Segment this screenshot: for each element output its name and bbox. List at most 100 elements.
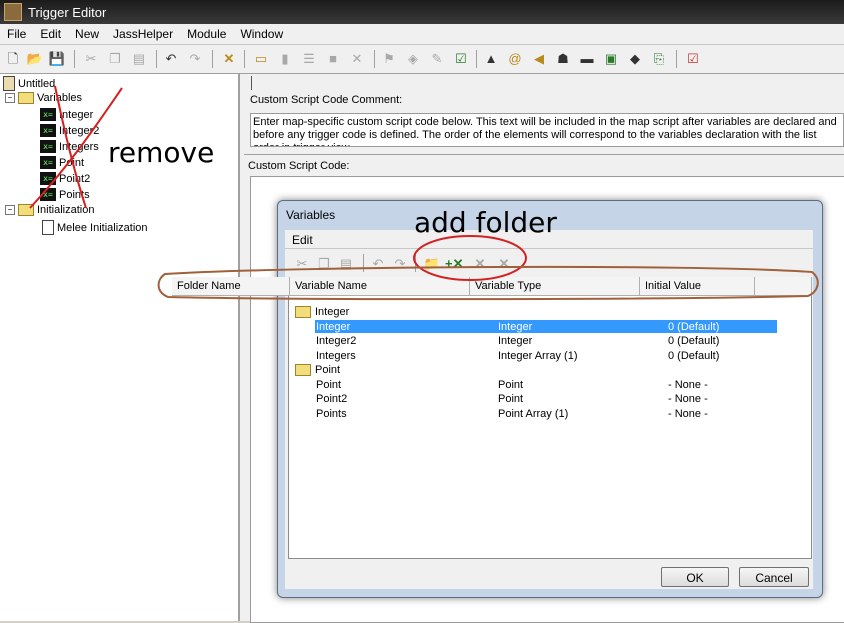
tree-item-integer[interactable]: x= Integer (40, 108, 93, 121)
open-folder-icon[interactable]: 📂 (26, 50, 44, 68)
variable-name: Point2 (316, 393, 348, 405)
new-trigger-icon[interactable]: ▮ (276, 50, 294, 68)
dialog-menu-edit[interactable]: Edit (292, 233, 313, 247)
variable-type: Point (498, 393, 524, 405)
undo-icon[interactable]: ↶ (369, 255, 387, 273)
table-row[interactable]: Point Point - None - (289, 378, 811, 392)
menu-edit[interactable]: Edit (33, 27, 68, 41)
initial-value: 0 (Default) (668, 349, 720, 362)
initial-value: 0 (Default) (668, 335, 720, 347)
undo-icon[interactable]: ↶ (162, 50, 180, 68)
variable-name: Point (316, 378, 342, 391)
column-filler (755, 277, 812, 296)
sound-editor-icon[interactable]: ◀ (530, 50, 548, 68)
table-row[interactable]: Points Point Array (1) - None - (289, 407, 811, 421)
variable-icon: x= (40, 156, 56, 169)
variable-icon: x= (40, 108, 56, 121)
object-manager-icon[interactable]: ◆ (626, 50, 644, 68)
new-folder-icon[interactable]: 📁 (423, 255, 441, 273)
new-variable-icon[interactable]: +✕ (445, 255, 463, 273)
comment-textbox[interactable]: Enter map-specific custom script code be… (250, 113, 844, 147)
delete-icon[interactable]: ✕ (471, 255, 489, 273)
code-label: Custom Script Code: (248, 160, 350, 172)
terrain-editor-icon[interactable]: ▲ (482, 50, 500, 68)
folder-row[interactable]: Point (289, 363, 811, 377)
column-initial-value[interactable]: Initial Value (640, 277, 755, 296)
object-editor-icon[interactable]: ☗ (554, 50, 572, 68)
folder-icon (18, 204, 34, 216)
redo-icon[interactable]: ↷ (391, 255, 409, 273)
menu-window[interactable]: Window (233, 27, 290, 41)
menu-module[interactable]: Module (180, 27, 233, 41)
table-row[interactable]: Integer Integer 0 (Default) (289, 319, 811, 334)
initial-value: - None - (668, 407, 708, 420)
menu-file[interactable]: File (0, 27, 33, 41)
checklist-icon[interactable]: ☑ (452, 50, 470, 68)
variable-type: Point Array (1) (498, 407, 569, 420)
edit-icon[interactable]: ✎ (428, 50, 446, 68)
new-category-icon[interactable]: ▭ (252, 50, 270, 68)
tree-item-integers[interactable]: x= Integers (40, 140, 99, 153)
paste-icon[interactable]: ▤ (337, 255, 355, 273)
initial-value: - None - (668, 378, 708, 391)
copy-icon[interactable]: ❐ (106, 50, 124, 68)
column-variable-type[interactable]: Variable Type (470, 277, 640, 296)
copy-icon[interactable]: ❐ (315, 255, 333, 273)
delete-all-icon[interactable]: ✕ (495, 255, 513, 273)
table-row[interactable]: Integer2 Integer 0 (Default) (289, 334, 811, 348)
ai-editor-icon[interactable]: ▣ (602, 50, 620, 68)
tree-item-integer2[interactable]: x= Integer2 (40, 124, 99, 137)
folder-icon (18, 92, 34, 104)
cut-icon[interactable]: ✂ (293, 255, 311, 273)
window-title: Trigger Editor (28, 4, 107, 20)
comment-label: Custom Script Code Comment: (250, 94, 403, 106)
annotation-remove: remove (108, 136, 215, 169)
new-event-icon[interactable]: ☰ (300, 50, 318, 68)
close-x-icon[interactable]: ✕ (220, 50, 238, 68)
cut-icon[interactable]: ✂ (82, 50, 100, 68)
new-condition-icon[interactable]: ■ (324, 50, 342, 68)
cancel-button[interactable]: Cancel (739, 567, 809, 587)
tree-item-point[interactable]: x= Point (40, 156, 84, 169)
new-file-icon[interactable]: 🗋 (4, 50, 22, 68)
variable-name: Integer (316, 320, 351, 333)
variable-name: Points (316, 407, 347, 420)
table-row[interactable]: Integers Integer Array (1) 0 (Default) (289, 349, 811, 363)
collapse-icon[interactable]: − (5, 93, 15, 103)
campaign-editor-icon[interactable]: ▬ (578, 50, 596, 68)
collapse-icon[interactable]: − (5, 205, 15, 215)
trigger-editor-icon[interactable]: @ (506, 50, 524, 68)
menu-new[interactable]: New (68, 27, 106, 41)
column-folder-name[interactable]: Folder Name (172, 277, 290, 296)
test-map-button-icon[interactable]: ☑ (684, 50, 702, 68)
folder-name: Integer (315, 306, 350, 318)
import-manager-icon[interactable]: ⎘ (650, 50, 668, 68)
redo-icon[interactable]: ↷ (186, 50, 204, 68)
tree-item-points[interactable]: x= Points (40, 188, 90, 201)
tree-root[interactable]: Untitled (3, 76, 55, 91)
initial-value: 0 (Default) (668, 320, 720, 333)
save-icon[interactable]: 💾 (48, 50, 66, 68)
menu-jasshelper[interactable]: JassHelper (106, 27, 180, 41)
paste-icon[interactable]: ▤ (130, 50, 148, 68)
flag-icon[interactable]: ⚑ (380, 50, 398, 68)
ok-button[interactable]: OK (661, 567, 729, 587)
table-row[interactable]: Point2 Point - None - (289, 392, 811, 406)
annotation-add-folder: add folder (414, 206, 557, 239)
tree-item-melee-initialization[interactable]: Melee Initialization (42, 220, 148, 235)
title-bar: Trigger Editor (0, 0, 844, 24)
folder-row[interactable]: Integer (289, 305, 811, 319)
tree-item-variables[interactable]: − Variables (5, 92, 82, 104)
map-icon (3, 76, 15, 91)
tree-item-point2[interactable]: x= Point2 (40, 172, 90, 185)
test-map-icon[interactable]: ◈ (404, 50, 422, 68)
column-variable-name[interactable]: Variable Name (290, 277, 470, 296)
variables-list[interactable]: Integer Integer Integer 0 (Default) Integer2… (288, 277, 812, 559)
main-toolbar: 🗋 📂 💾 ✂ ❐ ▤ ↶ ↷ ✕ ▭ ▮ ☰ ■ ✕ ⚑ ◈ ✎ ☑ ▲ @ … (0, 45, 844, 74)
variable-icon: x= (40, 140, 56, 153)
variable-icon: x= (40, 188, 56, 201)
variable-type: Integer (498, 335, 533, 347)
dialog-client: Integer Integer Integer 0 (Default) Integer2… (285, 277, 813, 589)
new-action-icon[interactable]: ✕ (348, 50, 366, 68)
tree-item-initialization[interactable]: − Initialization (5, 204, 94, 216)
